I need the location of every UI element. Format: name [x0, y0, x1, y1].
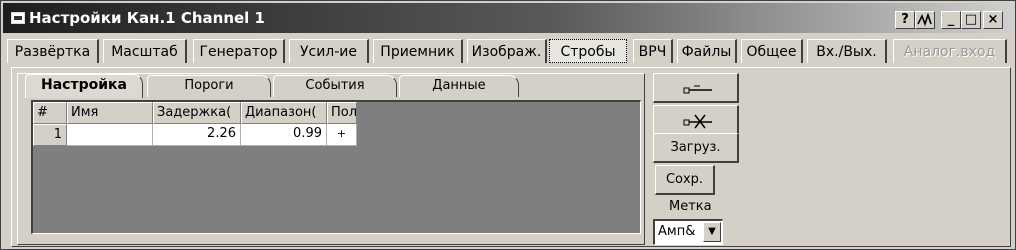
remove-strobe-button[interactable]	[653, 105, 739, 135]
polarity-value: +	[336, 127, 347, 140]
tab-razvertka[interactable]: Развёртка	[7, 39, 99, 63]
maximize-button[interactable]: □	[961, 11, 981, 29]
col-header-polarity[interactable]: Пол	[327, 102, 357, 124]
subtab-sobytiya[interactable]: События	[273, 75, 397, 97]
strobe-remove-icon	[683, 114, 712, 129]
tab-usilenie[interactable]: Усил-ие	[289, 39, 369, 63]
table-cell-name[interactable]	[67, 124, 153, 146]
col-header-name[interactable]: Имя	[67, 102, 153, 124]
tab-priemnik[interactable]: Приемник	[373, 39, 463, 63]
tab-faily[interactable]: Файлы	[677, 39, 737, 63]
waveform-icon	[917, 12, 932, 27]
tab-izobrazh[interactable]: Изображ.	[467, 39, 547, 63]
mark-select[interactable]: Амп& ▼	[653, 219, 723, 245]
help-button[interactable]: ?	[895, 11, 915, 29]
table-cell-range[interactable]: 0.99	[241, 124, 327, 146]
dropdown-arrow-icon[interactable]: ▼	[703, 222, 721, 242]
tab-obshchee[interactable]: Общее	[741, 39, 803, 63]
title-bar: Настройки Кан.1 Channel 1 ? _ □ ×	[3, 3, 1013, 33]
add-strobe-button[interactable]	[653, 73, 739, 103]
tab-masshtab[interactable]: Масштаб	[103, 39, 187, 63]
load-button[interactable]: Загруз.	[653, 133, 739, 163]
tab-vh-vyh[interactable]: Вх./Вых.	[807, 39, 887, 63]
save-button[interactable]: Сохр.	[655, 165, 715, 195]
table-row-number[interactable]: 1	[33, 124, 67, 146]
wave-button[interactable]	[915, 11, 935, 29]
minimize-button[interactable]: _	[941, 11, 961, 29]
col-header-range[interactable]: Диапазон(	[241, 102, 327, 124]
subtab-porogi[interactable]: Пороги	[147, 75, 271, 97]
strobes-table[interactable]: # Имя Задержка( Диапазон( Пол 1 2.26 0.9…	[31, 100, 641, 234]
table-cell-polarity[interactable]: +	[327, 124, 357, 146]
tab-stroby[interactable]: Стробы	[549, 39, 627, 63]
strobe-add-icon	[683, 85, 712, 94]
subtab-nastroika[interactable]: Настройка	[25, 74, 143, 98]
window-title: Настройки Кан.1 Channel 1	[29, 9, 265, 27]
window-icon	[11, 12, 25, 24]
settings-window: Настройки Кан.1 Channel 1 ? _ □ × Развёр…	[0, 0, 1016, 250]
subtab-dannye[interactable]: Данные	[399, 75, 519, 97]
tab-analog-vhod[interactable]: Аналог.вход	[893, 39, 1007, 63]
tab-generator[interactable]: Генератор	[193, 39, 285, 63]
mark-select-value: Амп&	[658, 224, 696, 239]
mark-label: Метка	[669, 199, 712, 214]
col-header-delay[interactable]: Задержка(	[153, 102, 241, 124]
close-button[interactable]: ×	[983, 11, 1003, 29]
col-header-num[interactable]: #	[33, 102, 67, 124]
table-cell-delay[interactable]: 2.26	[153, 124, 241, 146]
tab-vrch[interactable]: ВРЧ	[633, 39, 673, 63]
